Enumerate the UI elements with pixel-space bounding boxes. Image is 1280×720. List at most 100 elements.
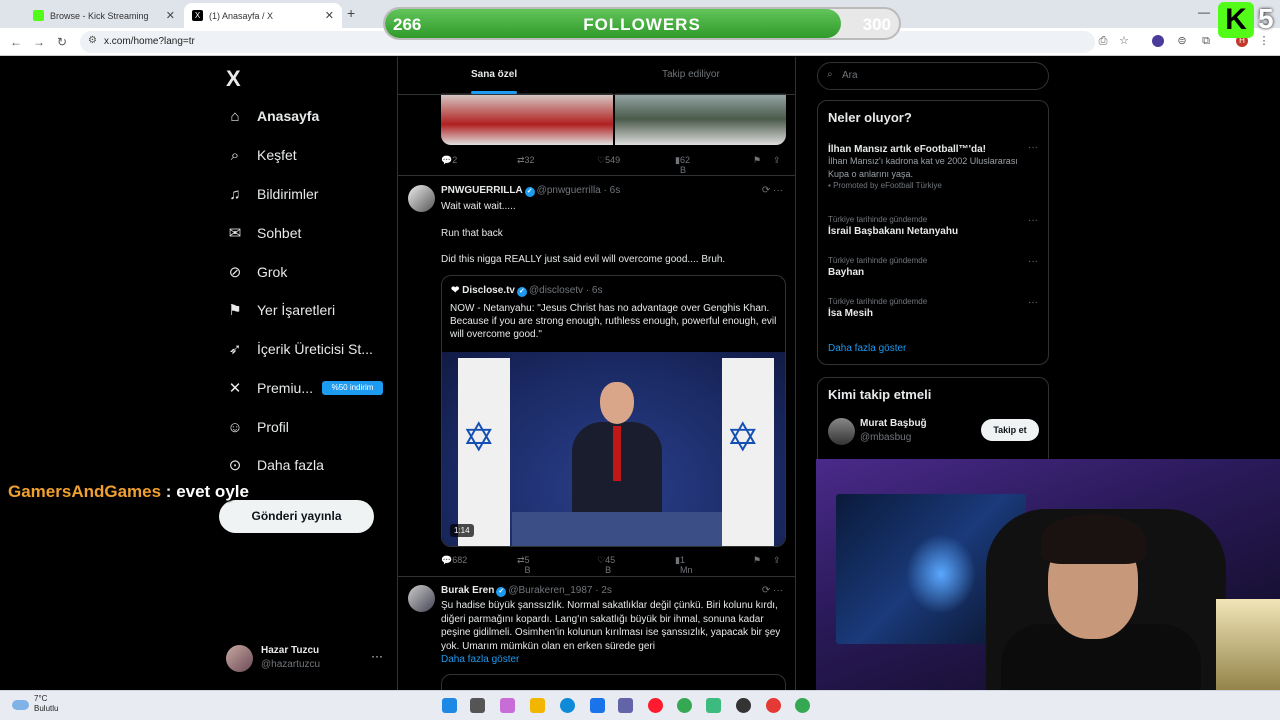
views-button[interactable]: ▮ 1 Mn bbox=[675, 555, 692, 575]
weather-widget[interactable]: 7°C Bulutlu bbox=[12, 694, 58, 714]
close-tab-icon[interactable]: ✕ bbox=[166, 9, 175, 22]
retweet-count: 5 B bbox=[524, 555, 531, 575]
trend-item[interactable]: İlhan Mansız artık eFootball™'da! İlhan … bbox=[828, 142, 1038, 190]
sidebar-item-profile[interactable]: ☺ Profil bbox=[226, 412, 289, 442]
sidebar-item-explore[interactable]: ⌕ Keşfet bbox=[226, 140, 297, 170]
install-app-icon[interactable]: ⎙ bbox=[1097, 35, 1109, 47]
sidebar-item-bookmarks[interactable]: ⚑ Yer İşaretleri bbox=[226, 295, 335, 325]
followers-goal: 300 bbox=[862, 15, 891, 34]
reload-icon[interactable]: ↻ bbox=[57, 35, 67, 49]
quoted-tweet[interactable] bbox=[441, 674, 786, 690]
reply-button[interactable]: 💬 682 bbox=[441, 555, 467, 566]
more-options-icon[interactable]: ··· bbox=[371, 649, 383, 663]
edge-icon[interactable] bbox=[560, 698, 575, 713]
sidebar-item-messages[interactable]: ✉ Sohbet bbox=[226, 218, 302, 248]
search-input[interactable]: ⌕ Ara bbox=[817, 62, 1049, 90]
new-tab-button[interactable]: + bbox=[347, 5, 355, 21]
star-of-david-icon: ✡ bbox=[462, 416, 496, 460]
copilot-icon[interactable] bbox=[500, 698, 515, 713]
sidebar-item-notifications[interactable]: ♫ Bildirimler bbox=[226, 179, 318, 209]
more-options-icon[interactable]: ⟳ ··· bbox=[762, 185, 783, 196]
share-icon[interactable]: ⇪ bbox=[773, 155, 781, 166]
trend-item[interactable]: Türkiye tarihinde gündemde İsrail Başbak… bbox=[828, 215, 1038, 237]
tweet-author[interactable]: PNWGUERRILLA ✓ @pnwguerrilla · 6s bbox=[441, 185, 620, 197]
verified-icon: ✓ bbox=[524, 187, 535, 197]
account-switcher[interactable]: Hazar Tuzcu @hazartuzcu ··· bbox=[226, 643, 386, 675]
start-icon[interactable] bbox=[442, 698, 457, 713]
avatar[interactable] bbox=[828, 418, 855, 445]
browser-tab-kick[interactable]: Browse - Kick Streaming ✕ bbox=[25, 3, 183, 28]
follow-button[interactable]: Takip et bbox=[981, 419, 1039, 441]
views-button[interactable]: ▮ 62 B bbox=[675, 155, 690, 175]
avatar[interactable] bbox=[408, 185, 435, 212]
sidebar-item-label: Bildirimler bbox=[257, 186, 319, 202]
trend-item[interactable]: Türkiye tarihinde gündemde İsa Mesih ··· bbox=[828, 297, 1038, 319]
store-icon[interactable] bbox=[590, 698, 605, 713]
menu-dots-icon[interactable]: ⋮ bbox=[1258, 35, 1270, 47]
avatar[interactable] bbox=[408, 585, 435, 612]
quoted-tweet[interactable]: ❤ Disclose.tv ✓ @disclosetv · 6s NOW - Net… bbox=[441, 275, 786, 547]
tab-for-you[interactable]: Sana özel bbox=[471, 69, 517, 80]
video-player[interactable]: ✡ ✡ 1:14 bbox=[442, 352, 785, 546]
trend-item[interactable]: Türkiye tarihinde gündemde Bayhan ··· bbox=[828, 256, 1038, 278]
tweet-media[interactable] bbox=[441, 93, 786, 145]
browser-tab-x[interactable]: X (1) Anasayfa / X ✕ bbox=[184, 3, 342, 28]
tweet-actions: 💬 2 ⇄ 32 ♡ 549 ▮ 62 B ⚑ ⇪ bbox=[441, 155, 786, 175]
puzzle-icon[interactable]: ⧉ bbox=[1200, 35, 1212, 47]
suggested-user-name[interactable]: Murat Başbuğ bbox=[860, 418, 927, 429]
site-info-icon[interactable]: ⚙ bbox=[88, 35, 97, 46]
x-logo[interactable]: X bbox=[226, 66, 241, 92]
app-icon[interactable] bbox=[766, 698, 781, 713]
more-options-icon[interactable]: ··· bbox=[1028, 142, 1038, 153]
tweet-image[interactable] bbox=[614, 93, 786, 145]
close-tab-icon[interactable]: ✕ bbox=[325, 9, 334, 22]
like-button[interactable]: ♡ 549 bbox=[597, 155, 620, 166]
show-more-link[interactable]: Daha fazla göster bbox=[828, 343, 906, 354]
file-explorer-icon[interactable] bbox=[530, 698, 545, 713]
opera-icon[interactable] bbox=[648, 698, 663, 713]
sidebar-item-more[interactable]: ⊙ Daha fazla bbox=[226, 450, 324, 480]
extensions-icon[interactable]: ⊜ bbox=[1176, 35, 1188, 47]
like-button[interactable]: ♡ 45 B bbox=[597, 555, 615, 575]
extension-icon[interactable] bbox=[1152, 35, 1164, 47]
teams-icon[interactable] bbox=[618, 698, 633, 713]
followers-label: FOLLOWERS bbox=[583, 15, 701, 34]
sidebar-item-grok[interactable]: ⊘ Grok bbox=[226, 257, 288, 287]
sidebar-item-premium[interactable]: ✕ Premiu... bbox=[226, 373, 313, 403]
obs-icon[interactable] bbox=[736, 698, 751, 713]
share-icon[interactable]: ⇪ bbox=[773, 555, 781, 566]
more-options-icon[interactable]: ··· bbox=[1028, 297, 1038, 308]
author-name: PNWGUERRILLA bbox=[441, 185, 523, 196]
forward-icon[interactable]: → bbox=[33, 35, 45, 49]
retweet-button[interactable]: ⇄ 32 bbox=[517, 155, 535, 166]
sidebar-item-home[interactable]: ⌂ Anasayfa bbox=[226, 101, 319, 131]
more-options-icon[interactable]: ⟳ ··· bbox=[762, 585, 783, 596]
view-count: 62 B bbox=[679, 155, 690, 175]
tweet-text: Şu hadise büyük şanssızlık. Normal sakat… bbox=[441, 600, 781, 652]
minimize-icon[interactable]: — bbox=[1198, 5, 1210, 19]
trend-description: İlhan Mansız'ı kadrona kat ve 2002 Ulusl… bbox=[828, 156, 1018, 179]
task-view-icon[interactable] bbox=[470, 698, 485, 713]
more-options-icon[interactable]: ··· bbox=[1028, 215, 1038, 226]
tab-following[interactable]: Takip ediliyor bbox=[662, 69, 720, 80]
sidebar-item-creator-studio[interactable]: ➶ İçerik Üreticisi St... bbox=[226, 334, 373, 364]
chrome-icon[interactable] bbox=[795, 698, 810, 713]
app-icon[interactable] bbox=[706, 698, 721, 713]
promoted-label: ▪ Promoted by eFootball Türkiye bbox=[828, 181, 942, 190]
back-icon[interactable]: ← bbox=[10, 35, 22, 49]
more-options-icon[interactable]: ··· bbox=[1028, 256, 1038, 267]
tweet-line: Wait wait wait..... bbox=[441, 201, 516, 212]
who-to-follow-panel: Kimi takip etmeli Murat Başbuğ @mbasbug … bbox=[817, 377, 1049, 467]
retweet-button[interactable]: ⇄ 5 B bbox=[517, 555, 531, 575]
bookmark-icon[interactable]: ⚑ bbox=[753, 155, 761, 166]
reply-button[interactable]: 💬 2 bbox=[441, 155, 457, 166]
tweet-author[interactable]: Burak Eren ✓ @Burakeren_1987 · 2s bbox=[441, 585, 612, 597]
bookmark-star-icon[interactable]: ☆ bbox=[1118, 35, 1130, 47]
show-more-link[interactable]: Daha fazla göster bbox=[441, 653, 786, 667]
chat-text: evet oyle bbox=[176, 482, 249, 501]
bookmark-icon[interactable]: ⚑ bbox=[753, 555, 761, 566]
tweet-image[interactable] bbox=[441, 93, 613, 145]
post-button[interactable]: Gönderi yayınla bbox=[219, 500, 374, 533]
chrome-icon[interactable] bbox=[677, 698, 692, 713]
promoted-text: Promoted by eFootball Türkiye bbox=[833, 181, 942, 190]
